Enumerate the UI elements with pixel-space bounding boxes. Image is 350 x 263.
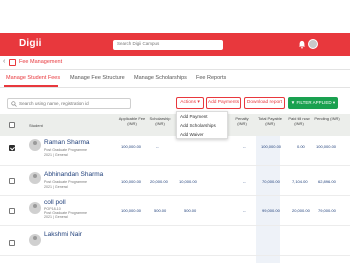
- page: Digii Search Digii Campus ‹ Fee Manageme…: [0, 0, 350, 263]
- column-header-total-payable: Total Payable (INR): [254, 116, 286, 126]
- toolbar: Actions ▾ Add Payments Download report ▼…: [0, 88, 350, 114]
- row-checkbox[interactable]: [9, 208, 15, 214]
- avatar: [29, 234, 41, 246]
- applicable-fee-value: 100,000.00: [121, 179, 142, 184]
- filter-button-label: ▼ FILTER APPLIED ▾: [290, 100, 336, 105]
- discount-value: 10,000.00: [179, 179, 197, 184]
- table-row[interactable]: Lakshmi Nair: [0, 226, 350, 256]
- scholarship-value: 20,000.00: [150, 179, 168, 184]
- scholarship-value: --: [156, 144, 159, 149]
- student-name[interactable]: coll poll: [44, 199, 66, 206]
- avatar: [29, 172, 41, 184]
- add-payments-button[interactable]: Add Payments: [206, 97, 241, 109]
- column-header-pending-label: Pending (INR): [314, 116, 340, 121]
- applicable-fee-value: 100,000.00: [121, 208, 142, 213]
- student-search-field[interactable]: [7, 98, 131, 109]
- column-header-penalty-label: Penalty (INR): [235, 116, 249, 126]
- user-avatar[interactable]: [308, 39, 318, 49]
- student-batch: 2021 | General: [44, 215, 68, 219]
- tab-manage-scholarships[interactable]: Manage Scholarships: [134, 75, 187, 81]
- tab-manage-fee-structure[interactable]: Manage Fee Structure: [70, 75, 125, 81]
- column-header-paid-till-now-label: Paid till now (INR): [288, 116, 310, 126]
- student-fees-table: Student Applicable Fee (INR) Scholarship…: [0, 114, 350, 263]
- tab-manage-student-fees[interactable]: Manage Student Fees: [6, 75, 60, 81]
- tab-bar: Manage Student Fees Manage Fee Structure…: [0, 70, 350, 88]
- download-report-button[interactable]: Download report: [244, 97, 285, 109]
- page-title: Fee Management: [19, 59, 63, 65]
- breadcrumb: ‹ Fee Management: [0, 56, 350, 70]
- avatar: [29, 139, 41, 151]
- paid-till-now-value: 7,104.00: [292, 179, 308, 184]
- column-header-applicable-fee-label: Applicable Fee (INR): [118, 116, 146, 126]
- penalty-value: --: [243, 144, 246, 149]
- column-header-pending: Pending (INR): [313, 116, 341, 121]
- column-header-student: Student: [29, 123, 43, 128]
- fee-icon: [9, 59, 16, 66]
- paid-till-now-value: 20,000.00: [292, 208, 310, 213]
- student-name[interactable]: Abhinandan Sharma: [44, 171, 103, 178]
- pending-value: 100,000.00: [316, 144, 337, 149]
- table-row[interactable]: Raman Sharma Post Graduate Programme 202…: [0, 136, 350, 166]
- actions-button-label: Actions ▾: [180, 100, 200, 105]
- select-all-checkbox[interactable]: [9, 122, 15, 128]
- student-batch: 2021 | General: [44, 153, 68, 157]
- column-header-applicable-fee: Applicable Fee (INR): [117, 116, 147, 126]
- applicable-fee-value: 100,000.00: [121, 144, 142, 149]
- total-payable-value: 100,000.00: [261, 144, 282, 149]
- discount-value: 500.00: [184, 208, 197, 213]
- menu-item-add-payment[interactable]: Add Payment: [177, 113, 227, 121]
- student-search-input[interactable]: [19, 99, 129, 108]
- total-payable-value: 99,000.00: [262, 208, 280, 213]
- tab-fee-reports[interactable]: Fee Reports: [196, 75, 226, 81]
- row-checkbox[interactable]: [9, 178, 15, 184]
- student-program: Post Graduate Programme: [44, 148, 87, 152]
- student-batch: 2021 | General: [44, 185, 68, 189]
- student-name[interactable]: Lakshmi Nair: [44, 231, 82, 238]
- table-row[interactable]: Abhinandan Sharma Post Graduate Programm…: [0, 166, 350, 196]
- total-payable-value: 70,000.00: [262, 179, 280, 184]
- pending-value: 62,896.00: [318, 179, 336, 184]
- menu-item-add-waiver[interactable]: Add Waiver: [177, 131, 227, 139]
- student-program: Post Graduate Programme: [44, 180, 87, 184]
- filter-applied-button[interactable]: ▼ FILTER APPLIED ▾: [288, 97, 338, 109]
- logo-text: Digii: [19, 38, 42, 49]
- app-logo[interactable]: Digii: [19, 38, 42, 49]
- paid-till-now-value: 0.00: [297, 144, 305, 149]
- column-header-scholarship-label: Scholarship (INR): [149, 116, 171, 126]
- menu-item-add-scholarships[interactable]: Add Scholarships: [177, 122, 227, 130]
- row-checkbox[interactable]: [9, 145, 15, 151]
- bell-icon[interactable]: [298, 40, 306, 49]
- column-header-paid-till-now: Paid till now (INR): [285, 116, 313, 126]
- row-checkbox[interactable]: [9, 240, 15, 246]
- table-row[interactable]: coll poll POP18-10 Post Graduate Program…: [0, 196, 350, 226]
- actions-dropdown-menu: Add Payment Add Scholarships Add Waiver: [176, 111, 228, 139]
- avatar: [29, 202, 41, 214]
- back-arrow-icon[interactable]: ‹: [3, 58, 5, 65]
- column-header-penalty: Penalty (INR): [231, 116, 253, 126]
- search-icon: [11, 101, 17, 107]
- global-search-placeholder: Search Digii Campus: [117, 41, 160, 46]
- student-name[interactable]: Raman Sharma: [44, 139, 90, 146]
- penalty-value: --: [243, 179, 246, 184]
- top-nav: Digii Search Digii Campus: [0, 0, 350, 60]
- active-tab-indicator: [4, 85, 58, 87]
- column-header-total-payable-label: Total Payable (INR): [257, 116, 282, 126]
- penalty-value: --: [243, 208, 246, 213]
- pending-value: 79,000.00: [318, 208, 336, 213]
- table-header: Student Applicable Fee (INR) Scholarship…: [0, 114, 350, 136]
- scholarship-value: 500.00: [154, 208, 167, 213]
- actions-button[interactable]: Actions ▾: [176, 97, 204, 109]
- column-header-scholarship: Scholarship (INR): [146, 116, 174, 126]
- global-search-input[interactable]: Search Digii Campus: [113, 40, 223, 50]
